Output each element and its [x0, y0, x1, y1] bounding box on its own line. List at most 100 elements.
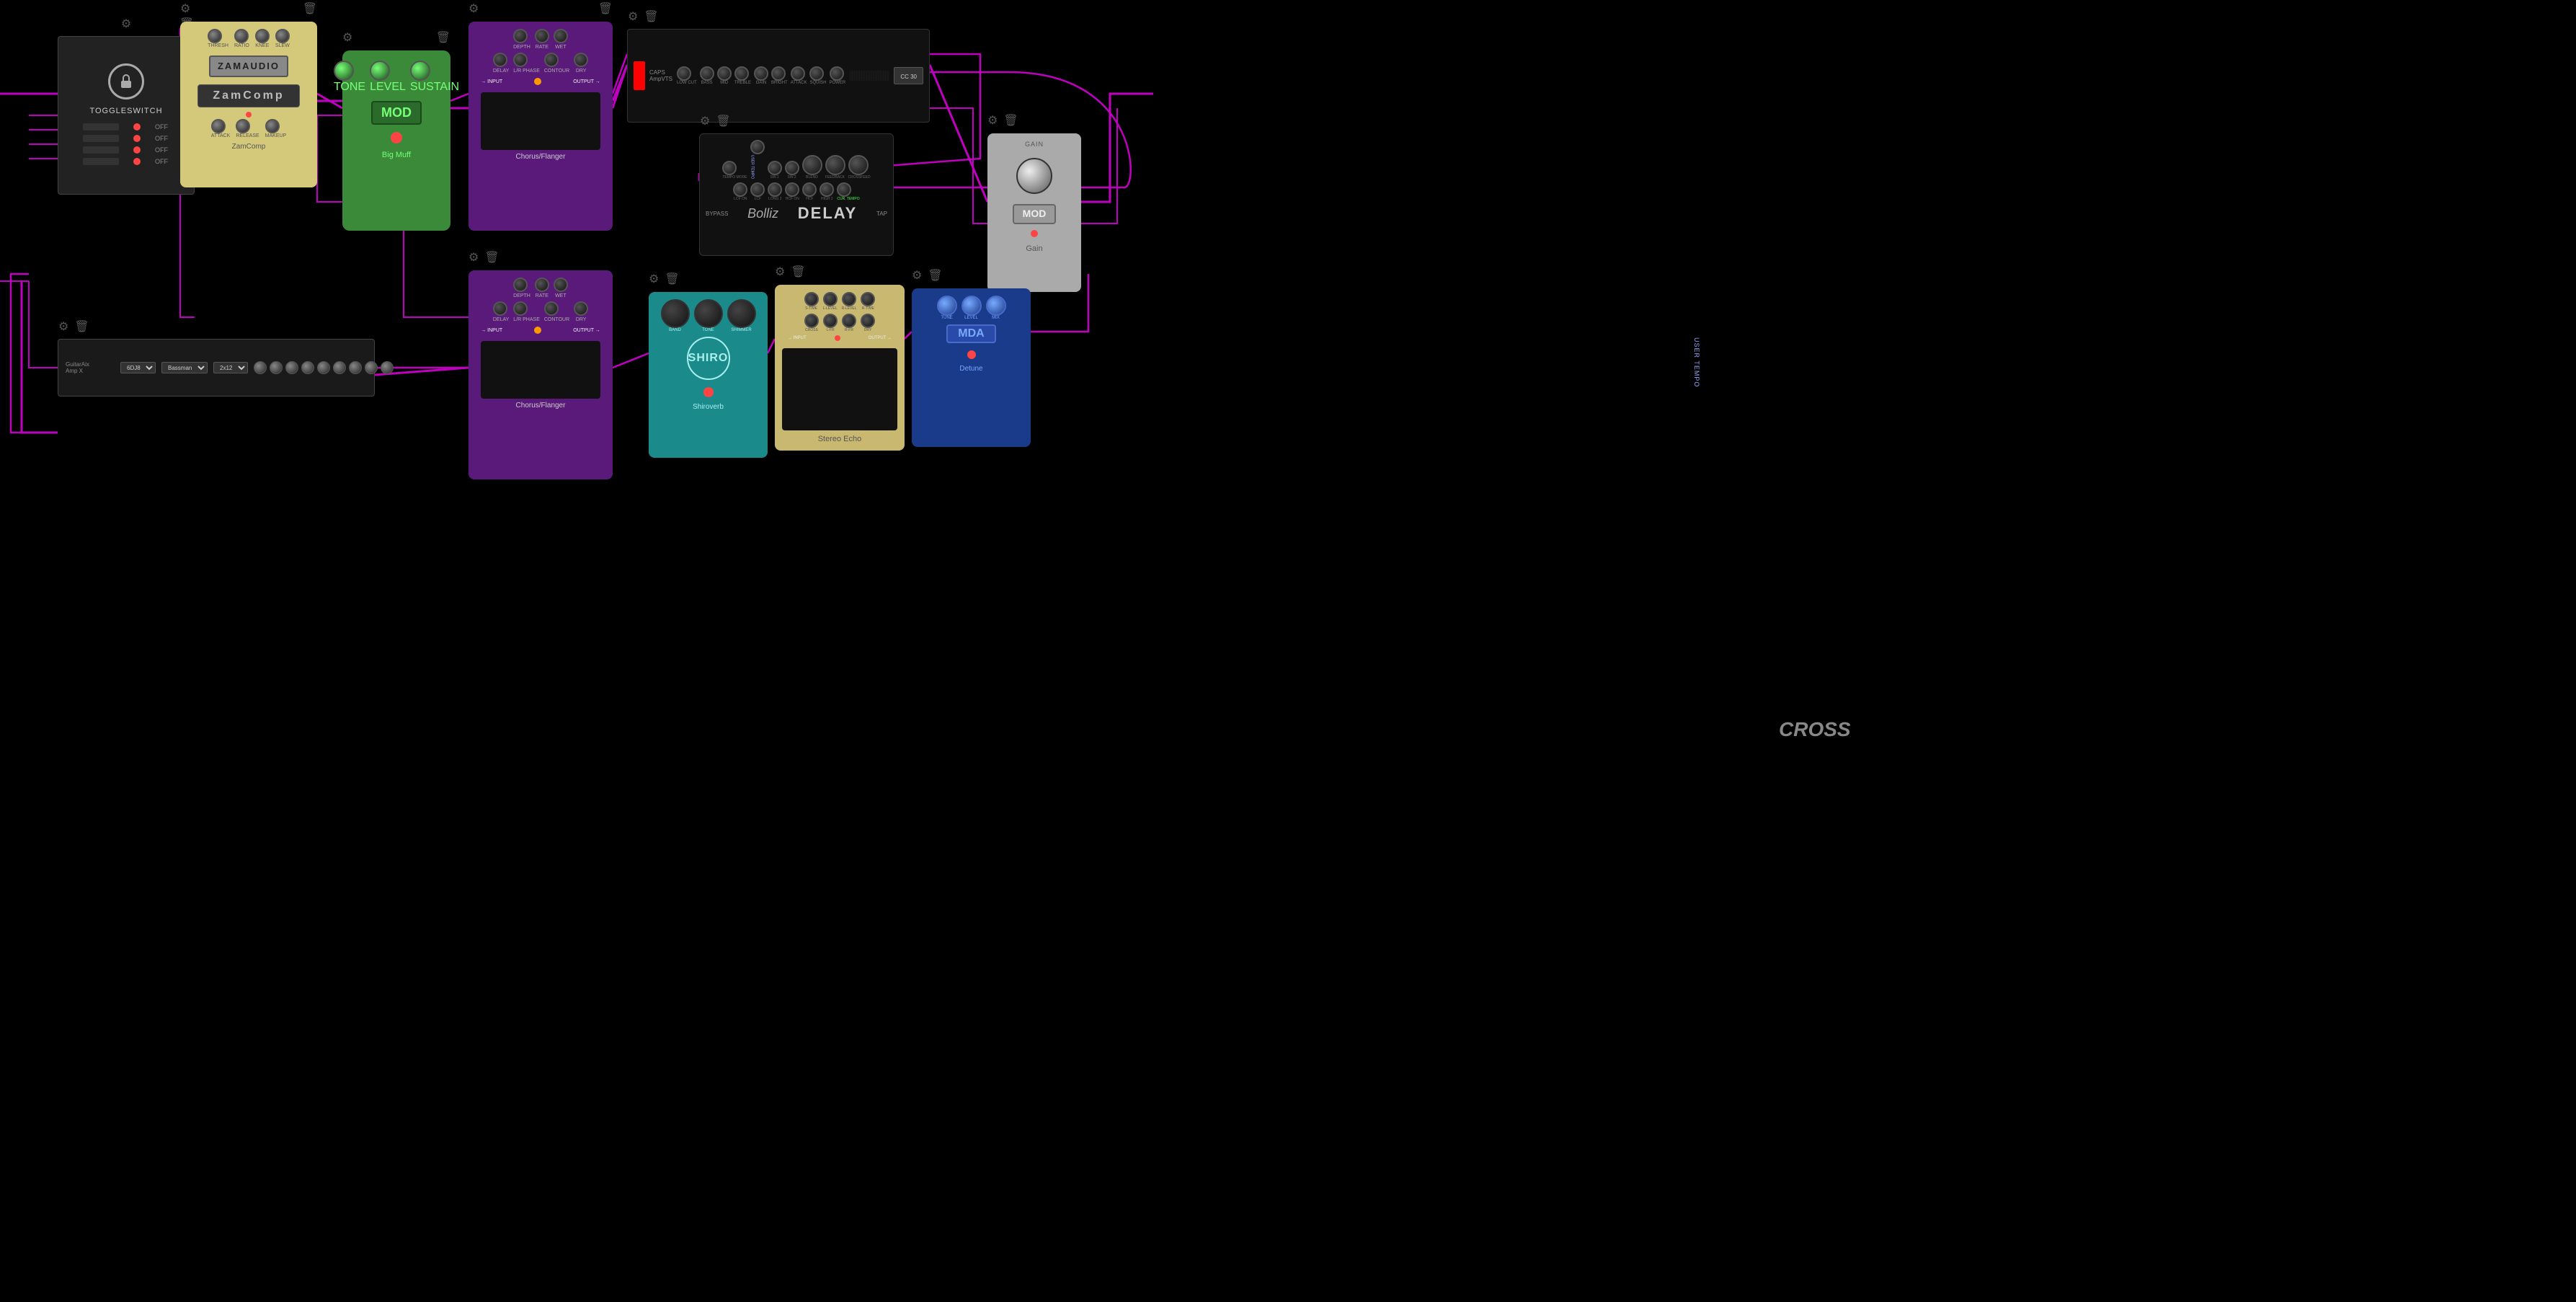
trash-icon-stereoecho[interactable]: 🗑 — [791, 265, 805, 279]
lrphase-knob-top[interactable] — [513, 53, 528, 67]
depth-knob-top[interactable] — [513, 29, 528, 43]
rate-knob-bot[interactable] — [535, 278, 549, 292]
stime-knob[interactable] — [804, 292, 819, 306]
gear-icon-shiroverb[interactable]: ⚙ — [649, 272, 659, 286]
feedback-knob[interactable] — [825, 155, 845, 175]
wet-knob-top[interactable] — [554, 29, 568, 43]
drive-knob[interactable] — [270, 361, 283, 374]
thresh-knob[interactable] — [208, 29, 222, 43]
attack-knob-amp[interactable] — [791, 66, 805, 81]
amp-power-button[interactable] — [634, 61, 645, 90]
gear-icon-chorus-top[interactable]: ⚙ — [468, 1, 479, 16]
gear-icon[interactable]: ⚙ — [121, 17, 131, 31]
knee-knob[interactable] — [255, 29, 270, 43]
wet-knob-bot[interactable] — [554, 278, 568, 292]
toggle-bar-3[interactable] — [83, 146, 119, 154]
dry-knob-se[interactable] — [861, 314, 875, 328]
guitarampx-model3-select[interactable]: 2x12 — [213, 362, 248, 373]
rate-knob-top[interactable] — [535, 29, 549, 43]
tempo-mode-knob[interactable] — [722, 161, 737, 175]
lfr-knob[interactable] — [823, 314, 838, 328]
noise-knob[interactable] — [317, 361, 330, 374]
lcf-on-knob[interactable] — [733, 182, 747, 197]
gear-icon-chorus-bottom[interactable]: ⚙ — [468, 250, 479, 265]
blend-knob[interactable] — [802, 155, 822, 175]
user-tempo-knob[interactable] — [750, 140, 765, 154]
toggle-bar-4[interactable] — [83, 158, 119, 165]
presence-knob[interactable] — [365, 361, 378, 374]
shimmer-knob[interactable] — [727, 299, 756, 328]
delay-knob-bot[interactable] — [493, 301, 507, 316]
hcf-on-knob[interactable] — [785, 182, 799, 197]
trash-icon-delay[interactable]: 🗑 — [716, 114, 730, 128]
gear-icon-detune[interactable]: ⚙ — [912, 268, 922, 283]
middle-knob[interactable] — [333, 361, 346, 374]
trash-icon-bigmuff[interactable]: 🗑 — [436, 30, 450, 45]
gear-icon-ampvts[interactable]: ⚙ — [628, 9, 638, 24]
hcf-knob[interactable] — [802, 182, 817, 197]
distortion-knob[interactable] — [285, 361, 298, 374]
gear-icon-bigmuff[interactable]: ⚙ — [342, 30, 352, 45]
tone-knob[interactable] — [334, 61, 354, 81]
depth-knob-bot[interactable] — [513, 278, 528, 292]
trash-icon-zamcomp[interactable]: 🗑 — [303, 1, 317, 16]
toggle-bar-2[interactable] — [83, 135, 119, 142]
trash-icon-detune[interactable]: 🗑 — [928, 268, 942, 283]
rlevel-knob[interactable] — [842, 292, 856, 306]
tone-knob-sh[interactable] — [694, 299, 723, 328]
sw1-knob[interactable] — [768, 161, 782, 175]
band-knob[interactable] — [661, 299, 690, 328]
sustain-knob[interactable] — [410, 61, 430, 81]
gear-icon-delay[interactable]: ⚙ — [700, 114, 710, 128]
trash-icon-ampvts[interactable]: 🗑 — [644, 9, 658, 24]
squish-knob[interactable] — [809, 66, 824, 81]
guitarampx-model1-select[interactable]: 6DJ8 — [120, 362, 156, 373]
mid-knob[interactable] — [717, 66, 732, 81]
gear-icon-gain[interactable]: ⚙ — [987, 113, 998, 128]
treble-knob-amp[interactable] — [349, 361, 362, 374]
long2-knob[interactable] — [768, 182, 782, 197]
slew-knob[interactable] — [275, 29, 290, 43]
toggle-bar-1[interactable] — [83, 123, 119, 130]
power-knob[interactable] — [830, 66, 844, 81]
preq-knob[interactable] — [254, 361, 267, 374]
gear-icon-guitarampx[interactable]: ⚙ — [58, 319, 68, 334]
trash-icon-gain[interactable]: 🗑 — [1003, 113, 1018, 128]
treble-knob[interactable] — [734, 66, 749, 81]
bass-knob[interactable] — [700, 66, 714, 81]
dry-knob-bot[interactable] — [574, 301, 588, 316]
level-knob[interactable] — [370, 61, 390, 81]
crossfeed-knob[interactable] — [848, 155, 869, 175]
release-knob[interactable] — [236, 119, 250, 133]
level-knob-dt[interactable] — [961, 296, 982, 316]
attack-knob[interactable] — [211, 119, 226, 133]
trash-icon-guitarampx[interactable]: 🗑 — [74, 319, 89, 334]
llevel-knob[interactable] — [823, 292, 838, 306]
trash-icon-chorus-bottom[interactable]: 🗑 — [484, 250, 499, 265]
high2-knob[interactable] — [820, 182, 834, 197]
cur-tempo-knob[interactable] — [837, 182, 851, 197]
guitarampx-model2-select[interactable]: Bassman — [161, 362, 208, 373]
trash-icon-shiroverb[interactable]: 🗑 — [665, 272, 679, 286]
mix-knob[interactable] — [986, 296, 1006, 316]
contour-knob-bot[interactable] — [544, 301, 559, 316]
gear-icon-zamcomp[interactable]: ⚙ — [180, 1, 190, 16]
gear-icon-stereoecho[interactable]: ⚙ — [775, 265, 785, 279]
ratio-knob[interactable] — [234, 29, 249, 43]
rtime-knob[interactable] — [861, 292, 875, 306]
trash-icon-chorus-top[interactable]: 🗑 — [598, 1, 613, 16]
delay-knob-top[interactable] — [493, 53, 507, 67]
lrphase-knob-bot[interactable] — [513, 301, 528, 316]
rfr-knob[interactable] — [842, 314, 856, 328]
tune-knob[interactable] — [937, 296, 957, 316]
bright-knob[interactable] — [771, 66, 786, 81]
lowcut-knob[interactable] — [677, 66, 691, 81]
gain-knob-amp[interactable] — [754, 66, 768, 81]
mastergain-knob[interactable] — [301, 361, 314, 374]
sw2-knob[interactable] — [785, 161, 799, 175]
lcf-knob[interactable] — [750, 182, 765, 197]
cross-knob[interactable] — [804, 314, 819, 328]
dry-knob-top[interactable] — [574, 53, 588, 67]
contour-knob-top[interactable] — [544, 53, 559, 67]
makeup-knob[interactable] — [265, 119, 280, 133]
